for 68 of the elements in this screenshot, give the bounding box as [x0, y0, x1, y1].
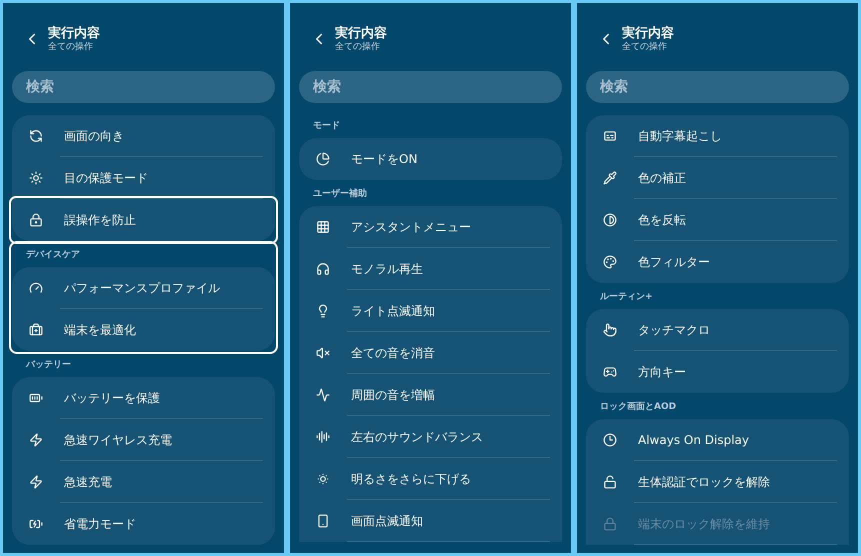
gamepad-icon [603, 365, 617, 379]
bulb-icon [316, 304, 330, 318]
lightning-icon [29, 475, 43, 489]
action-label[interactable]: 方向キー [638, 363, 686, 381]
action-label[interactable]: モノラル再生 [351, 260, 423, 278]
unlock-icon [603, 475, 617, 489]
headphones-icon [316, 262, 330, 276]
action-label[interactable]: 省電力モード [64, 515, 136, 533]
mute-icon [316, 346, 330, 360]
toolbox-icon [29, 323, 43, 337]
action-label[interactable]: パフォーマンスプロファイル [64, 279, 220, 297]
battery-charging-icon [29, 517, 43, 531]
section-header: モード [313, 120, 340, 133]
action-label[interactable]: 明るさをさらに下げる [351, 470, 471, 488]
page-subtitle: 全ての操作 [335, 42, 381, 52]
captions-icon [603, 129, 617, 143]
action-label[interactable]: 画面点滅通知 [351, 512, 423, 530]
pulse-icon [316, 388, 330, 402]
search-field[interactable]: 検索 [299, 71, 562, 103]
action-label[interactable]: モードをON [351, 150, 418, 168]
lock-icon [29, 213, 43, 227]
search-field[interactable]: 検索 [12, 71, 275, 103]
lock-icon [603, 517, 617, 531]
section-header: デバイスケア [26, 248, 80, 262]
action-label[interactable]: 画面の向き [64, 127, 124, 145]
contrast-icon [603, 213, 617, 227]
action-label[interactable]: Always On Display [638, 431, 749, 449]
gauge-icon [29, 281, 43, 295]
pipette-icon [603, 171, 617, 185]
page-title: 実行内容 [335, 26, 387, 42]
section-header: バッテリー [26, 358, 71, 372]
action-label[interactable]: ライト点滅通知 [351, 302, 435, 320]
dim-sun-icon [316, 472, 330, 486]
action-label[interactable]: 左右のサウンドバランス [351, 428, 483, 446]
action-label[interactable]: 色を反転 [638, 211, 686, 229]
pie-chart-icon [316, 152, 330, 166]
page-subtitle: 全ての操作 [622, 42, 668, 52]
phone-icon [316, 514, 330, 528]
page-subtitle: 全ての操作 [48, 42, 94, 52]
keypad-icon [316, 220, 330, 234]
sound-wave-icon [316, 430, 330, 444]
action-label[interactable]: 急速充電 [64, 473, 112, 491]
action-label[interactable]: 誤操作を防止 [64, 211, 136, 229]
action-label[interactable]: バッテリーを保護 [64, 389, 160, 407]
action-label[interactable]: アシスタントメニュー [351, 218, 471, 236]
action-label[interactable]: 色の補正 [638, 169, 686, 187]
section-header: ユーザー補助 [313, 188, 367, 201]
action-label[interactable]: 色フィルター [638, 253, 710, 271]
page-title: 実行内容 [622, 26, 674, 42]
action-label[interactable]: 目の保護モード [64, 169, 148, 187]
action-label[interactable]: 端末を最適化 [64, 321, 136, 339]
action-label[interactable]: 急速ワイヤレス充電 [64, 431, 172, 449]
rotate-icon [29, 129, 43, 143]
page-title: 実行内容 [48, 26, 100, 42]
action-label[interactable]: 周囲の音を増幅 [351, 386, 435, 404]
section-header: ルーティン+ [600, 290, 653, 304]
search-field[interactable]: 検索 [586, 71, 849, 103]
sun-icon [29, 171, 43, 185]
action-label[interactable]: 自動字幕起こし [638, 127, 722, 145]
section-header: ロック画面とAOD [600, 400, 676, 414]
battery-icon [29, 391, 43, 405]
palette-icon [603, 255, 617, 269]
action-label[interactable]: タッチマクロ [638, 321, 710, 339]
action-label[interactable]: 生体認証でロックを解除 [638, 473, 770, 491]
hand-pointer-icon [603, 323, 617, 337]
clock-icon [603, 433, 617, 447]
lightning-icon [29, 433, 43, 447]
action-label[interactable]: 全ての音を消音 [351, 344, 435, 362]
